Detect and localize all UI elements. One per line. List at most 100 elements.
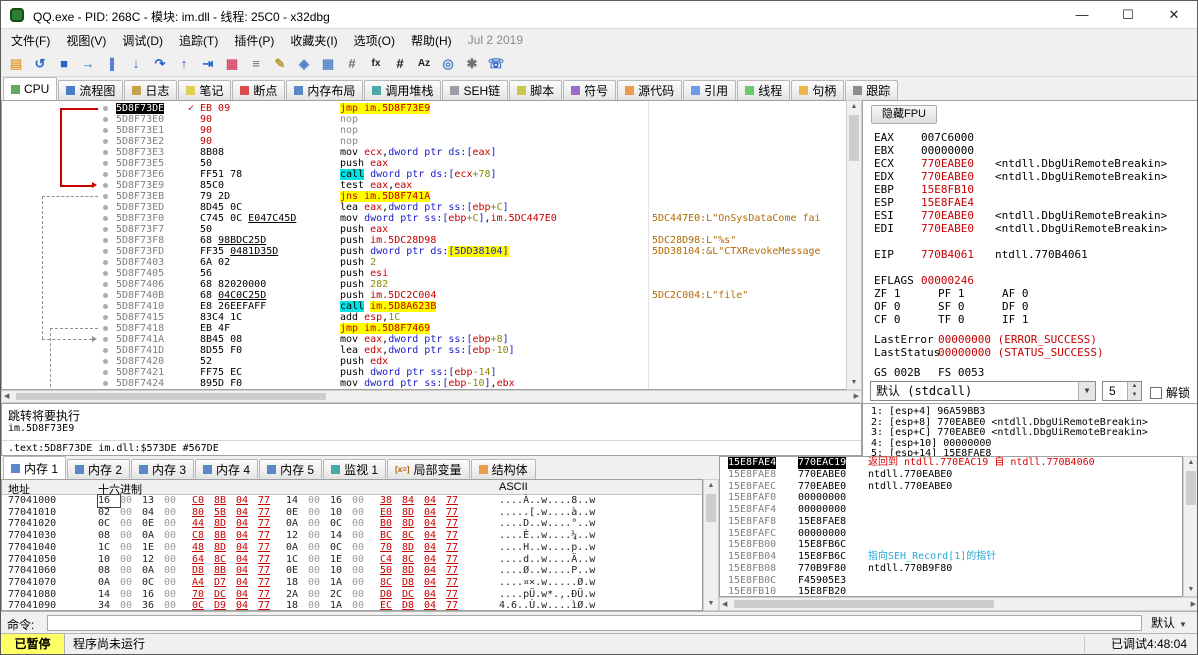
breakpoint-dot[interactable] — [103, 304, 108, 309]
menu-options[interactable]: 选项(O) — [346, 29, 403, 52]
breakpoint-dot[interactable] — [103, 227, 108, 232]
hash-icon[interactable]: # — [389, 53, 411, 75]
scroll-left-arrow[interactable]: ◀ — [4, 392, 9, 402]
breakpoint-dot[interactable] — [103, 128, 108, 133]
breakpoint-dot[interactable] — [103, 172, 108, 177]
disasm-row[interactable]: 5D8F73E190nop — [2, 125, 846, 136]
flag-sf[interactable]: SF 0 — [938, 300, 965, 313]
breakpoint-dot[interactable] — [103, 282, 108, 287]
command-profile-select[interactable]: 默认▼ — [1147, 615, 1195, 631]
scroll-thumb[interactable] — [1186, 471, 1196, 505]
scroll-down-arrow[interactable]: ▼ — [704, 599, 718, 609]
flag-tf[interactable]: TF 0 — [938, 313, 965, 326]
breakpoint-dot[interactable] — [103, 381, 108, 386]
calling-convention-select[interactable]: 默认 (stdcall) ▼ — [870, 381, 1096, 401]
dump-row[interactable]: 7704105010001200648C04771C001E00C48C0477… — [2, 554, 702, 566]
stack-row[interactable]: 15E8FB0415E8FB6C指向SEH_Record[1]的指针 — [720, 551, 1182, 563]
tab-memory-map[interactable]: 内存布局 — [286, 80, 363, 100]
flag-af[interactable]: AF 0 — [1002, 287, 1029, 300]
memory-icon[interactable]: ▦ — [317, 53, 339, 75]
settings-icon[interactable]: ✱ — [461, 53, 483, 75]
scroll-thumb[interactable] — [16, 393, 326, 400]
dump-row[interactable]: 770410700A000C00A4D7047718001A008CD80477… — [2, 577, 702, 589]
tab-references[interactable]: 引用 — [683, 80, 736, 100]
breakpoint-dot[interactable] — [103, 106, 108, 111]
menu-help[interactable]: 帮助(H) — [403, 29, 460, 52]
search-icon[interactable]: ◎ — [437, 53, 459, 75]
patch-icon[interactable]: ▦ — [221, 53, 243, 75]
tab-cpu[interactable]: CPU — [3, 77, 57, 100]
disasm-row[interactable]: 5D8F73E6FF51 78call dword ptr ds:[ecx+78… — [2, 169, 846, 180]
scroll-thumb[interactable] — [734, 600, 994, 608]
flag-zf[interactable]: ZF 1 — [874, 287, 901, 300]
dump-row[interactable]: 7704101002000400805B04770E001000E08D0477… — [2, 507, 702, 519]
scroll-thumb[interactable] — [706, 494, 716, 522]
disasm-row[interactable]: 5D8F73E290nop — [2, 136, 846, 147]
breakpoint-dot[interactable] — [103, 271, 108, 276]
disasm-row[interactable]: 5D8F7421FF75 ECpush dword ptr ss:[ebp-14… — [2, 367, 846, 378]
open-file-icon[interactable]: ▤ — [5, 53, 27, 75]
tab-trace[interactable]: 跟踪 — [845, 80, 898, 100]
tab-struct[interactable]: 结构体 — [471, 459, 536, 479]
dump-row[interactable]: 770410200C000E00448D04770A000C00B08D0477… — [2, 518, 702, 530]
menu-trace[interactable]: 追踪(T) — [171, 29, 226, 52]
tab-watch-1[interactable]: 监视 1 — [323, 459, 386, 479]
disasm-row[interactable]: 5D8F73F750push eax — [2, 224, 846, 235]
register-row-eip[interactable]: EIP770B4061ntdll.770B4061 — [863, 248, 1198, 261]
memory-dump-pane[interactable]: 地址 十六进制 ASCII 7704100016001300C08B047714… — [1, 479, 703, 611]
run-to-cursor-icon[interactable]: ⇥ — [197, 53, 219, 75]
pause-icon[interactable]: ∥ — [101, 53, 123, 75]
breakpoint-dot[interactable] — [103, 139, 108, 144]
dump-row[interactable]: 770410801400160070DC04772A002C00D0DC0477… — [2, 589, 702, 601]
call-arguments-panel[interactable]: 1: [esp+4] 96A59BB32: [esp+8] 770EABE0 <… — [863, 403, 1198, 457]
scroll-up-arrow[interactable]: ▲ — [704, 481, 718, 491]
registers-pane[interactable]: 隐藏FPU EAX007C6000EBX00000000ECX770EABE0<… — [862, 100, 1198, 456]
close-button[interactable]: ✕ — [1151, 1, 1197, 29]
hide-fpu-button[interactable]: 隐藏FPU — [871, 105, 937, 124]
help-phone-icon[interactable]: ☏ — [485, 53, 507, 75]
breakpoint-dot[interactable] — [103, 194, 108, 199]
breakpoint-dot[interactable] — [103, 238, 108, 243]
register-row-ecx[interactable]: ECX770EABE0<ntdll.DbgUiRemoteBreakin> — [863, 157, 1198, 170]
disasm-row[interactable]: 5D8F740668 82020000push 282 — [2, 279, 846, 290]
graph-icon[interactable]: ◈ — [293, 53, 315, 75]
flag-cf[interactable]: CF 0 — [874, 313, 901, 326]
disassembly-hscrollbar[interactable]: ◀ ▶ — [1, 390, 862, 403]
tab-seh[interactable]: SEH链 — [442, 80, 508, 100]
scroll-thumb[interactable] — [849, 115, 859, 161]
dump-row[interactable]: 7704103008000A00C88B047712001400BC8C0477… — [2, 530, 702, 542]
log-icon[interactable]: ≡ — [245, 53, 267, 75]
stack-hscrollbar[interactable]: ◀ ▶ — [719, 597, 1198, 611]
dump-vscrollbar[interactable]: ▲ ▼ — [703, 479, 719, 611]
scroll-right-arrow[interactable]: ▶ — [854, 392, 859, 402]
stack-row[interactable]: 15E8FAF815E8FAE8 — [720, 516, 1182, 528]
disasm-row[interactable]: 5D8F73E090nop — [2, 114, 846, 125]
stack-row[interactable]: 15E8FAF000000000 — [720, 492, 1182, 504]
unlock-checkbox[interactable]: 解锁 — [1150, 384, 1190, 401]
disasm-row[interactable]: 5D8F73EB79 2Djns im.5D8F741A — [2, 191, 846, 202]
stack-row[interactable]: 15E8FAF400000000 — [720, 504, 1182, 516]
menu-view[interactable]: 视图(V) — [58, 29, 114, 52]
disasm-row[interactable]: 5D8F73F868 98BDC25Dpush im.5DC28D985DC28… — [2, 235, 846, 246]
register-row-eax[interactable]: EAX007C6000 — [863, 131, 1198, 144]
tab-source[interactable]: 源代码 — [617, 80, 682, 100]
tab-dump-5[interactable]: 内存 5 — [259, 459, 322, 479]
disasm-row[interactable]: 5D8F73FDFF35 0481D35Dpush dword ptr ds:[… — [2, 246, 846, 257]
step-out-icon[interactable]: ↑ — [173, 53, 195, 75]
step-over-icon[interactable]: ↷ — [149, 53, 171, 75]
tab-script[interactable]: 脚本 — [509, 80, 562, 100]
breakpoint-dot[interactable] — [103, 337, 108, 342]
checkbox-icon[interactable] — [1150, 387, 1162, 399]
tab-graph[interactable]: 流程图 — [58, 80, 123, 100]
tab-breakpoints[interactable]: 断点 — [232, 80, 285, 100]
tab-dump-1[interactable]: 内存 1 — [3, 456, 66, 479]
stack-row[interactable]: 15E8FB0CF45905E3 — [720, 575, 1182, 587]
flag-if[interactable]: IF 1 — [1002, 313, 1029, 326]
menu-debug[interactable]: 调试(D) — [114, 29, 171, 52]
flag-of[interactable]: OF 0 — [874, 300, 901, 313]
disasm-row[interactable]: 5D8F7424895D F0mov dword ptr ss:[ebp-10]… — [2, 378, 846, 389]
disassembly-vscrollbar[interactable]: ▲ ▼ — [846, 100, 862, 390]
step-into-icon[interactable]: ↓ — [125, 53, 147, 75]
font-az-icon[interactable]: Az — [413, 53, 435, 75]
disasm-row[interactable]: 5D8F73F0C745 0C E047C45Dmov dword ptr ss… — [2, 213, 846, 224]
